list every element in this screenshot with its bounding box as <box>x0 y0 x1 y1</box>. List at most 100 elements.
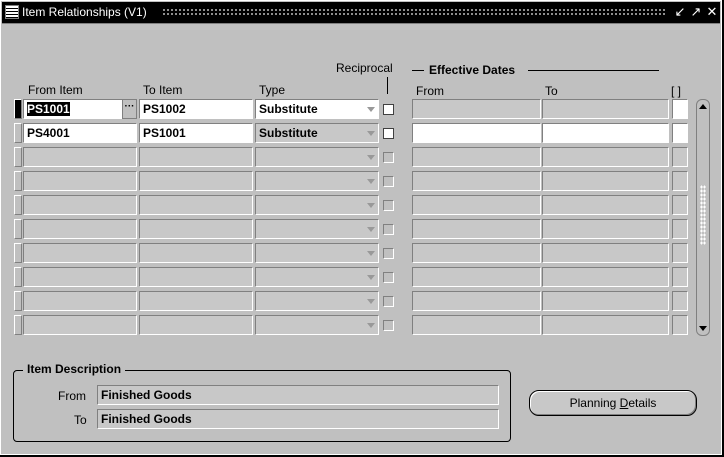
type-select[interactable] <box>255 291 379 311</box>
description-from-field[interactable]: Finished Goods <box>97 385 499 405</box>
scroll-down-icon[interactable] <box>699 326 707 331</box>
date-to-field[interactable] <box>542 267 669 287</box>
from-item-field[interactable] <box>23 267 137 287</box>
chevron-down-icon[interactable] <box>367 107 375 112</box>
chevron-down-icon[interactable] <box>367 323 375 328</box>
to-item-field[interactable] <box>139 195 253 215</box>
row-current-indicator[interactable] <box>14 291 22 311</box>
row-current-indicator[interactable] <box>14 267 22 287</box>
to-item-field[interactable]: PS1002 <box>139 99 253 119</box>
type-select[interactable] <box>255 243 379 263</box>
list-of-values-button[interactable]: ··· <box>122 99 137 119</box>
type-select[interactable] <box>255 195 379 215</box>
date-from-field[interactable] <box>412 99 541 119</box>
date-from-field[interactable] <box>412 315 541 335</box>
date-from-field[interactable] <box>412 243 541 263</box>
date-to-field[interactable] <box>542 195 669 215</box>
description-to-field[interactable]: Finished Goods <box>97 409 499 429</box>
date-from-field[interactable] <box>412 123 541 143</box>
vertical-scrollbar[interactable] <box>696 99 710 336</box>
descriptive-flexfield[interactable] <box>672 315 688 335</box>
type-select[interactable]: Substitute <box>255 99 379 119</box>
reciprocal-checkbox[interactable] <box>383 296 394 307</box>
to-item-field[interactable] <box>139 291 253 311</box>
scroll-thumb-grip[interactable] <box>700 185 706 245</box>
date-to-field[interactable] <box>542 123 669 143</box>
date-from-field[interactable] <box>412 291 541 311</box>
row-current-indicator[interactable] <box>14 195 22 215</box>
descriptive-flexfield[interactable] <box>672 291 688 311</box>
descriptive-flexfield[interactable] <box>672 123 688 143</box>
date-to-field[interactable] <box>542 315 669 335</box>
from-item-field[interactable] <box>23 291 137 311</box>
row-current-indicator[interactable] <box>14 219 22 239</box>
date-from-field[interactable] <box>412 171 541 191</box>
to-item-field[interactable] <box>139 171 253 191</box>
from-item-field[interactable] <box>23 219 137 239</box>
descriptive-flexfield[interactable] <box>672 219 688 239</box>
maximize-icon[interactable]: ↗ <box>688 4 704 20</box>
to-item-field[interactable] <box>139 243 253 263</box>
date-to-field[interactable] <box>542 147 669 167</box>
row-current-indicator[interactable] <box>14 123 22 143</box>
from-item-field[interactable]: PS4001 <box>23 123 137 143</box>
row-current-indicator[interactable] <box>14 147 22 167</box>
date-from-field[interactable] <box>412 267 541 287</box>
chevron-down-icon[interactable] <box>367 227 375 232</box>
close-icon[interactable]: ✕ <box>704 4 720 20</box>
to-item-field[interactable] <box>139 267 253 287</box>
reciprocal-checkbox[interactable] <box>383 224 394 235</box>
chevron-down-icon[interactable] <box>367 275 375 280</box>
date-to-field[interactable] <box>542 243 669 263</box>
type-select[interactable] <box>255 315 379 335</box>
to-item-field[interactable] <box>139 315 253 335</box>
planning-details-button[interactable]: Planning Details <box>529 390 697 416</box>
chevron-down-icon[interactable] <box>367 155 375 160</box>
reciprocal-checkbox[interactable] <box>383 176 394 187</box>
from-item-field[interactable] <box>23 195 137 215</box>
reciprocal-checkbox[interactable] <box>383 200 394 211</box>
descriptive-flexfield[interactable] <box>672 195 688 215</box>
date-to-field[interactable] <box>542 291 669 311</box>
reciprocal-checkbox[interactable] <box>383 272 394 283</box>
from-item-field[interactable] <box>23 147 137 167</box>
from-item-field[interactable] <box>23 315 137 335</box>
row-current-indicator[interactable] <box>14 171 22 191</box>
chevron-down-icon[interactable] <box>367 203 375 208</box>
from-item-field[interactable]: PS1001 <box>23 99 123 119</box>
type-select[interactable] <box>255 219 379 239</box>
date-to-field[interactable] <box>542 99 669 119</box>
descriptive-flexfield[interactable] <box>672 99 688 119</box>
type-select[interactable] <box>255 171 379 191</box>
descriptive-flexfield[interactable] <box>672 171 688 191</box>
from-item-field[interactable] <box>23 243 137 263</box>
descriptive-flexfield[interactable] <box>672 267 688 287</box>
reciprocal-checkbox[interactable] <box>383 104 394 115</box>
type-select[interactable] <box>255 267 379 287</box>
date-from-field[interactable] <box>412 147 541 167</box>
from-item-field[interactable] <box>23 171 137 191</box>
reciprocal-checkbox[interactable] <box>383 320 394 331</box>
type-select[interactable]: Substitute <box>255 123 379 143</box>
chevron-down-icon[interactable] <box>367 251 375 256</box>
chevron-down-icon[interactable] <box>367 299 375 304</box>
descriptive-flexfield[interactable] <box>672 147 688 167</box>
reciprocal-checkbox[interactable] <box>383 152 394 163</box>
descriptive-flexfield[interactable] <box>672 243 688 263</box>
row-current-indicator[interactable] <box>14 315 22 335</box>
reciprocal-checkbox[interactable] <box>383 248 394 259</box>
to-item-field[interactable] <box>139 219 253 239</box>
date-to-field[interactable] <box>542 219 669 239</box>
date-to-field[interactable] <box>542 171 669 191</box>
date-from-field[interactable] <box>412 219 541 239</box>
chevron-down-icon[interactable] <box>367 179 375 184</box>
to-item-field[interactable] <box>139 147 253 167</box>
row-current-indicator[interactable] <box>14 99 22 119</box>
minimize-icon[interactable]: ↙ <box>672 4 688 20</box>
date-from-field[interactable] <box>412 195 541 215</box>
to-item-field[interactable]: PS1001 <box>139 123 253 143</box>
reciprocal-checkbox[interactable] <box>383 128 394 139</box>
scroll-up-icon[interactable] <box>699 104 707 109</box>
row-current-indicator[interactable] <box>14 243 22 263</box>
type-select[interactable] <box>255 147 379 167</box>
